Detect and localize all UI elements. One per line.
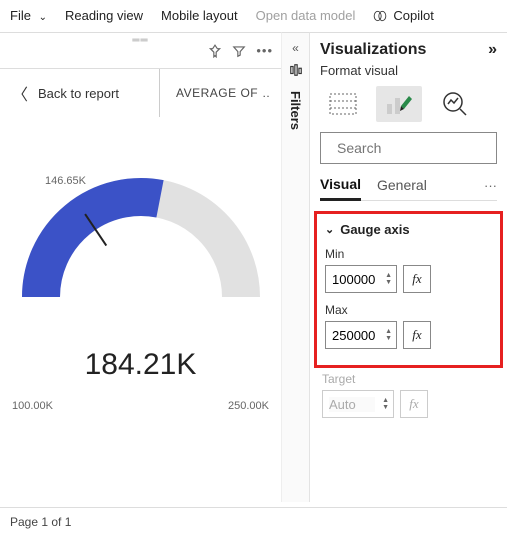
target-fx-button: fx (400, 390, 428, 418)
max-label: Max (325, 303, 492, 317)
filter-icon[interactable] (232, 44, 246, 58)
gauge-min-label: 100.00K (12, 400, 53, 412)
reading-view-button[interactable]: Reading view (65, 8, 143, 23)
visualizations-pane: Visualizations » Format visual Visual Ge… (309, 32, 507, 502)
tab-visual[interactable]: Visual (320, 176, 361, 201)
chevron-down-icon: ⌄ (39, 12, 47, 23)
file-menu[interactable]: File ⌄ (10, 8, 47, 23)
filters-rail-label: Filters (288, 91, 303, 130)
gauge-value-label: 184.21K (85, 348, 197, 382)
max-fx-button[interactable]: fx (403, 321, 431, 349)
target-input (329, 397, 375, 412)
tabs-more-icon[interactable]: ··· (484, 178, 497, 199)
collapse-filters-icon[interactable]: « (292, 41, 299, 55)
build-visual-mode[interactable] (320, 86, 366, 122)
section-gauge-axis-label: Gauge axis (340, 222, 409, 237)
tab-general[interactable]: General (377, 177, 427, 199)
pane-subtitle: Format visual (320, 63, 497, 78)
pane-title: Visualizations (320, 41, 426, 59)
expand-pane-icon[interactable]: » (488, 41, 497, 59)
max-input-wrap[interactable]: ▲▼ (325, 321, 397, 349)
page-indicator: Page 1 of 1 (10, 515, 71, 529)
min-field-group: Min ▲▼ fx (325, 247, 492, 293)
target-input-wrap: ▲▼ (322, 390, 394, 418)
gauge-max-label: 250.00K (228, 400, 269, 412)
visual-header: ══ ••• (0, 33, 281, 69)
copilot-button[interactable]: Copilot (373, 8, 433, 23)
status-bar: Page 1 of 1 (0, 507, 507, 535)
max-field-group: Max ▲▼ fx (325, 303, 492, 349)
back-label: Back to report (38, 86, 119, 101)
magnifier-chart-icon (442, 91, 468, 117)
max-spinner[interactable]: ▲▼ (385, 328, 392, 342)
gauge-chart (21, 177, 261, 317)
copilot-label: Copilot (393, 8, 433, 23)
filters-pane-icon[interactable] (289, 63, 303, 77)
paint-chart-icon (385, 92, 413, 116)
format-visual-mode[interactable] (376, 86, 422, 122)
copilot-icon (373, 9, 387, 23)
gauge-target-label: 146.65K (45, 175, 86, 187)
target-spinner: ▲▼ (382, 397, 389, 411)
gauge-visual[interactable]: 146.65K 184.21K 100.00K 250.00K (0, 117, 281, 502)
min-label: Min (325, 247, 492, 261)
min-input[interactable] (332, 272, 378, 287)
back-to-report-button[interactable]: 〈 Back to report (12, 81, 119, 105)
target-label: Target (322, 372, 495, 386)
file-menu-label: File (10, 8, 31, 23)
open-data-model-button: Open data model (256, 8, 356, 23)
more-options-icon[interactable]: ••• (256, 43, 273, 58)
min-spinner[interactable]: ▲▼ (385, 272, 392, 286)
format-tabs: Visual General ··· (320, 176, 497, 201)
highlighted-region: ⌄ Gauge axis Min ▲▼ fx Max (314, 211, 503, 368)
chevron-left-icon: 〈 (12, 81, 28, 105)
top-toolbar: File ⌄ Reading view Mobile layout Open d… (0, 0, 507, 32)
grid-icon (329, 93, 357, 115)
report-canvas: ══ ••• 〈 Back to report AVERAGE OF … (0, 32, 281, 502)
pin-icon[interactable] (208, 44, 222, 58)
min-fx-button[interactable]: fx (403, 265, 431, 293)
format-search-input[interactable] (337, 140, 507, 156)
format-search[interactable] (320, 132, 497, 164)
mobile-layout-button[interactable]: Mobile layout (161, 8, 238, 23)
visual-title: AVERAGE OF … (159, 69, 269, 117)
visual-subheader: 〈 Back to report AVERAGE OF … (0, 69, 281, 117)
chevron-down-icon: ⌄ (325, 223, 334, 236)
format-mode-row (320, 86, 497, 122)
section-gauge-axis[interactable]: ⌄ Gauge axis (325, 222, 492, 237)
target-field-group: Target ▲▼ fx (320, 368, 497, 428)
analytics-mode[interactable] (432, 86, 478, 122)
max-input[interactable] (332, 328, 378, 343)
min-input-wrap[interactable]: ▲▼ (325, 265, 397, 293)
filters-rail: « Filters (281, 32, 309, 502)
